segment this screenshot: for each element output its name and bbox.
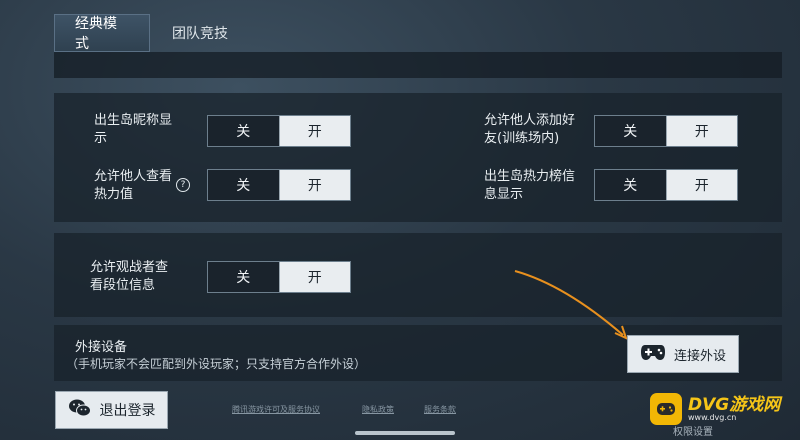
home-indicator — [355, 431, 455, 435]
annotation-arrow — [514, 270, 628, 340]
permission-settings-tab[interactable]: 权限设置 — [673, 423, 713, 438]
toggle-off-option[interactable]: 关 — [208, 170, 279, 200]
toggle-view-heat[interactable]: 关 开 — [207, 169, 351, 201]
toggle-on-option[interactable]: 开 — [278, 116, 350, 146]
toggle-on-option[interactable]: 开 — [278, 262, 350, 292]
setting-label-heat-board: 出生岛热力榜信息显示 — [484, 169, 576, 202]
setting-label-spawn-nickname: 出生岛昵称显示 — [94, 113, 173, 146]
tab-team-deathmatch[interactable]: 团队竞技 — [150, 14, 250, 52]
external-device-note: （手机玩家不会匹配到外设玩家；只支持官方合作外设） — [66, 357, 367, 371]
toggle-on-option[interactable]: 开 — [665, 116, 737, 146]
connect-device-label: 连接外设 — [673, 348, 726, 364]
footer-link-terms[interactable]: 服务条款 — [424, 404, 456, 415]
toggle-on-option[interactable]: 开 — [278, 170, 350, 200]
tab-content-strip — [54, 52, 782, 78]
toggle-off-option[interactable]: 关 — [595, 116, 666, 146]
tab-classic-mode[interactable]: 经典模式 — [54, 14, 150, 52]
wechat-icon — [68, 398, 92, 422]
footer-link-license[interactable]: 腾讯游戏许可及服务协议 — [232, 404, 320, 415]
toggle-spectator-rank[interactable]: 关 开 — [207, 261, 351, 293]
watermark-brand: DVG游戏网 — [688, 394, 781, 415]
toggle-heat-board[interactable]: 关 开 — [594, 169, 738, 201]
logout-button[interactable]: 退出登录 — [55, 391, 168, 429]
toggle-allow-add-friend[interactable]: 关 开 — [594, 115, 738, 147]
setting-label-view-heat: 允许他人查看热力值 — [94, 169, 173, 202]
external-device-title: 外接设备 — [75, 340, 128, 355]
toggle-off-option[interactable]: 关 — [595, 170, 666, 200]
setting-label-allow-add-friend: 允许他人添加好友(训练场内) — [484, 113, 576, 146]
setting-label-spectator-rank: 允许观战者查看段位信息 — [90, 260, 169, 293]
gamepad-icon — [640, 343, 666, 365]
watermark-logo-icon — [650, 393, 682, 425]
toggle-off-option[interactable]: 关 — [208, 116, 279, 146]
connect-device-button[interactable]: 连接外设 — [627, 335, 739, 373]
logout-label: 退出登录 — [99, 403, 156, 419]
toggle-off-option[interactable]: 关 — [208, 262, 279, 292]
site-watermark: DVG游戏网 www.dvg.cn — [650, 393, 780, 425]
footer-link-privacy[interactable]: 隐私政策 — [362, 404, 394, 415]
toggle-spawn-nickname[interactable]: 关 开 — [207, 115, 351, 147]
mode-tabs: 经典模式 团队竞技 — [54, 14, 250, 52]
toggle-on-option[interactable]: 开 — [665, 170, 737, 200]
help-icon[interactable]: ? — [176, 178, 190, 192]
